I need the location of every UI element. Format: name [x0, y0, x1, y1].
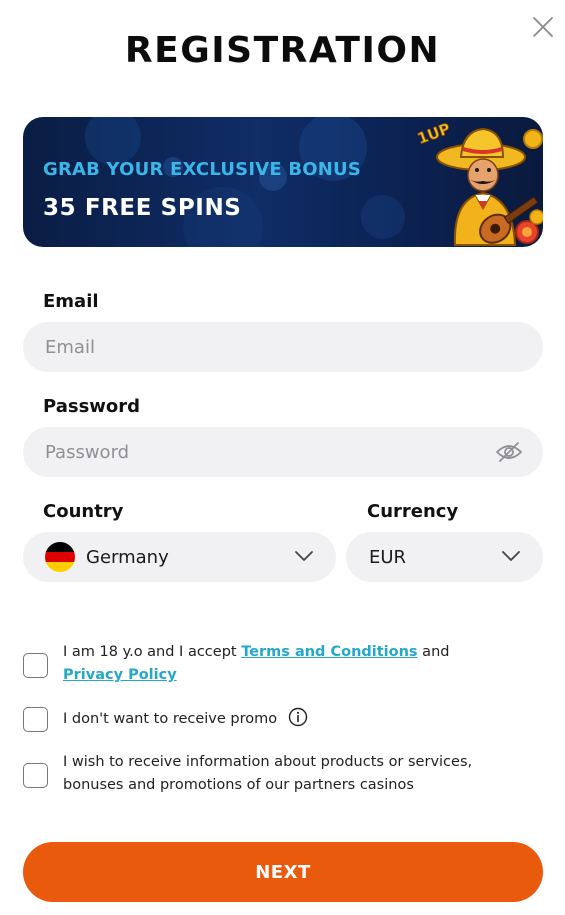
flag-stripe-middle: [45, 552, 75, 562]
promo-optout-row: I don't want to receive promo: [23, 707, 513, 732]
germany-flag-icon: [45, 542, 75, 572]
mariachi-character-icon: 1UP: [415, 119, 543, 246]
bonus-banner: GRAB YOUR EXCLUSIVE BONUS 35 FREE SPINS …: [23, 117, 543, 247]
currency-select[interactable]: EUR: [346, 532, 543, 582]
password-label: Password: [43, 396, 141, 417]
chevron-down-icon: [502, 551, 520, 561]
privacy-policy-link[interactable]: Privacy Policy: [63, 667, 177, 683]
password-field-container: [23, 427, 543, 477]
partners-consent-text: I wish to receive information about prod…: [63, 754, 473, 793]
currency-value: EUR: [369, 546, 407, 568]
chevron-down-icon: [295, 551, 313, 561]
promo-text: I don't want to receive promo: [63, 711, 278, 727]
country-value: Germany: [86, 546, 169, 568]
hide-password-icon[interactable]: [495, 440, 523, 464]
next-button[interactable]: NEXT: [23, 842, 543, 902]
currency-label: Currency: [367, 501, 459, 522]
country-select[interactable]: Germany: [23, 532, 336, 582]
info-icon[interactable]: [288, 707, 308, 727]
email-label: Email: [43, 291, 99, 312]
promo-consent-text: I don't want to receive promo: [63, 707, 308, 732]
country-label: Country: [43, 501, 124, 522]
banner-subtitle: GRAB YOUR EXCLUSIVE BONUS: [43, 159, 361, 180]
terms-consent-row: I am 18 y.o and I accept Terms and Condi…: [23, 641, 513, 687]
promo-checkbox[interactable]: [23, 707, 48, 732]
email-field-container: [23, 322, 543, 372]
terms-link[interactable]: Terms and Conditions: [241, 644, 417, 660]
banner-logo: 1UP: [415, 119, 453, 147]
terms-checkbox[interactable]: [23, 653, 48, 678]
password-field[interactable]: [23, 441, 543, 463]
flag-stripe-top: [45, 542, 75, 552]
terms-prefix-text: I am 18 y.o and I accept: [63, 644, 242, 660]
partners-checkbox[interactable]: [23, 763, 48, 788]
terms-middle-text: and: [417, 644, 450, 660]
flag-stripe-bottom: [45, 562, 75, 572]
banner-headline: 35 FREE SPINS: [43, 195, 242, 221]
partners-consent-row: I wish to receive information about prod…: [23, 751, 523, 797]
email-field[interactable]: [23, 336, 543, 358]
terms-consent-text: I am 18 y.o and I accept Terms and Condi…: [63, 641, 513, 687]
page-title: REGISTRATION: [124, 30, 441, 71]
